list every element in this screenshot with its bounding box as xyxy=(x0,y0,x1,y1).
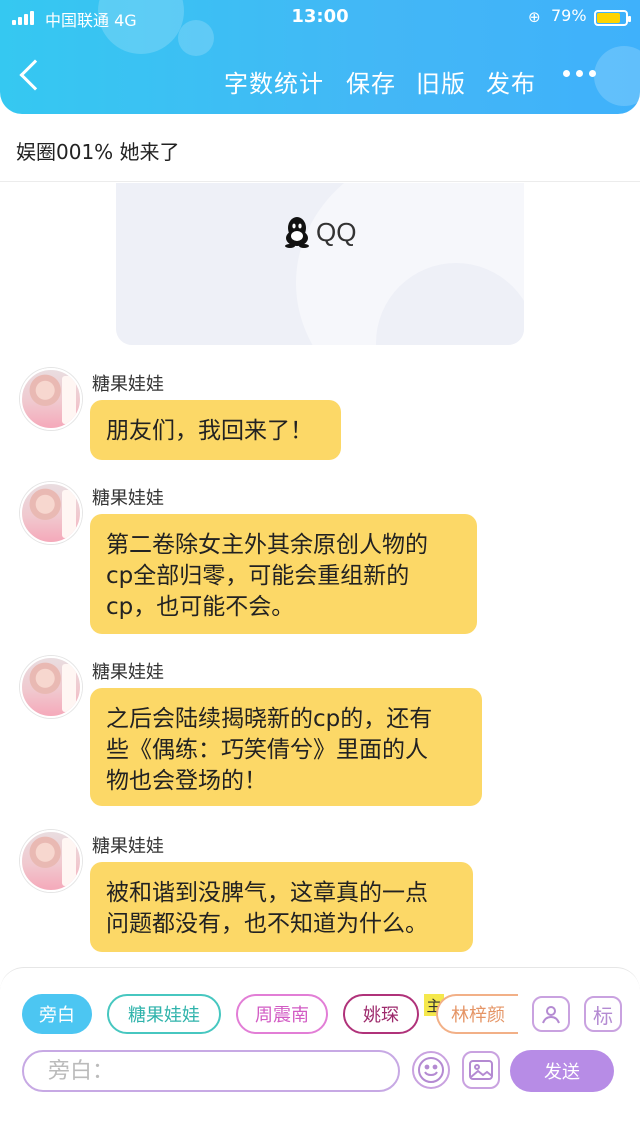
message-line: 物也会登场的！ xyxy=(106,768,267,794)
message-line: 问题都没有，也不知道为什么。 xyxy=(106,911,428,937)
back-icon[interactable] xyxy=(19,59,51,91)
decor-bubble xyxy=(594,46,640,106)
author-name: 糖果娃娃 xyxy=(92,662,164,683)
message-line: cp全部归零，可能会重组新的 xyxy=(106,563,410,589)
message-line: 被和谐到没脾气，这章真的一点 xyxy=(106,880,428,906)
message-bubble[interactable]: 第二卷除女主外其余原创人物的 cp全部归零，可能会重组新的 cp，也可能不会。 xyxy=(90,514,477,634)
more-icon[interactable] xyxy=(563,70,596,77)
chapter-title: 娱圈001% 她来了 xyxy=(16,140,180,164)
word-count-button[interactable]: 字数统计 xyxy=(224,64,324,99)
message-bubble[interactable]: 被和谐到没脾气，这章真的一点 问题都没有，也不知道为什么。 xyxy=(90,862,473,952)
send-button[interactable]: 发送 xyxy=(510,1050,614,1092)
clock: 13:00 xyxy=(291,6,349,27)
role-chip-narration[interactable]: 旁白 xyxy=(22,994,92,1034)
qq-share-card[interactable]: QQ xyxy=(116,183,524,345)
message-bubble[interactable]: 朋友们，我回来了！ xyxy=(90,400,341,460)
avatar[interactable] xyxy=(20,830,82,892)
avatar[interactable] xyxy=(20,368,82,430)
message-line: cp，也可能不会。 xyxy=(106,594,295,620)
avatar[interactable] xyxy=(20,482,82,544)
status-bar: 中国联通 4G 13:00 ⊕ 79% xyxy=(0,6,640,30)
divider xyxy=(0,181,640,182)
qq-label: QQ xyxy=(316,216,357,247)
save-button[interactable]: 保存 xyxy=(346,64,396,99)
battery-icon xyxy=(594,10,631,26)
message-text: 朋友们，我回来了！ xyxy=(106,418,313,444)
message-input-field[interactable] xyxy=(24,1052,398,1090)
role-chip-yao[interactable]: 姚琛 xyxy=(343,994,419,1034)
rotation-lock-icon: ⊕ xyxy=(528,8,541,26)
message-line: 第二卷除女主外其余原创人物的 xyxy=(106,532,428,558)
message-input[interactable] xyxy=(22,1050,400,1092)
avatar[interactable] xyxy=(20,656,82,718)
old-version-button[interactable]: 旧版 xyxy=(416,64,466,99)
role-chip-zhou[interactable]: 周震南 xyxy=(236,994,328,1034)
message-bubble[interactable]: 之后会陆续揭晓新的cp的，还有 些《偶练：巧笑倩兮》里面的人 物也会登场的！ xyxy=(90,688,482,806)
battery-percent: 79% xyxy=(551,6,587,25)
publish-button[interactable]: 发布 xyxy=(486,64,536,99)
top-bar: 中国联通 4G 13:00 ⊕ 79% 字数统计 保存 旧版 发布 xyxy=(0,0,640,114)
add-role-icon[interactable] xyxy=(532,996,570,1032)
message-line: 些《偶练：巧笑倩兮》里面的人 xyxy=(106,737,428,763)
role-chip-lin[interactable]: 林梓颜 xyxy=(436,994,518,1034)
author-name: 糖果娃娃 xyxy=(92,374,164,395)
message-line: 之后会陆续揭晓新的cp的，还有 xyxy=(106,706,433,732)
author-name: 糖果娃娃 xyxy=(92,836,164,857)
author-name: 糖果娃娃 xyxy=(92,488,164,509)
role-chip-candy[interactable]: 糖果娃娃 xyxy=(107,994,221,1034)
image-icon[interactable] xyxy=(462,1051,500,1089)
qq-penguin-icon xyxy=(285,217,309,248)
emoji-icon[interactable] xyxy=(412,1051,450,1089)
tag-button[interactable]: 标 xyxy=(584,996,622,1032)
